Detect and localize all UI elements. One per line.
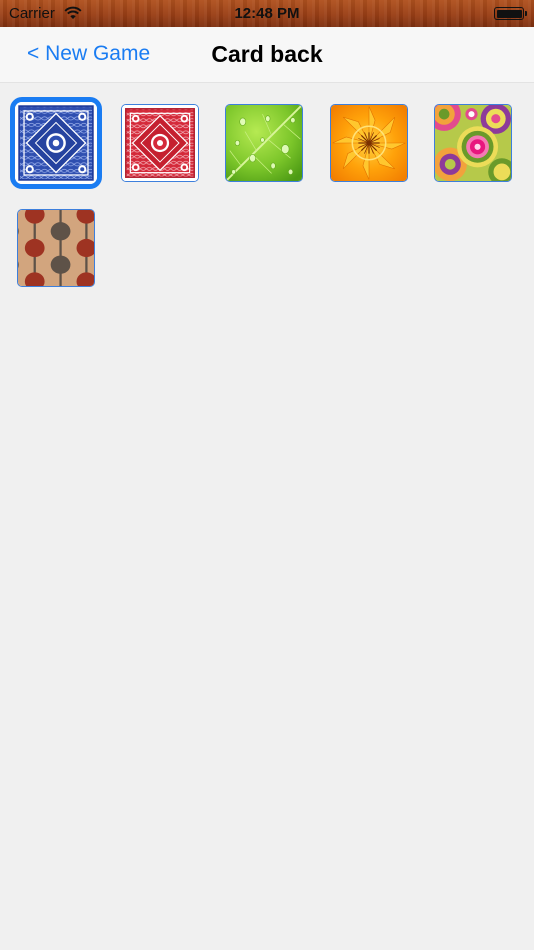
green-leaf-drops-icon	[226, 105, 302, 181]
card-back-retro-circles[interactable]	[434, 104, 512, 182]
card-back-red-ornate[interactable]	[121, 104, 199, 182]
clock: 12:48 PM	[234, 5, 300, 22]
status-bar: Carrier 12:48 PM	[0, 0, 534, 27]
orange-kaleidoscope-icon	[331, 105, 407, 181]
card-back-green-leaf[interactable]	[225, 104, 303, 182]
blue-ornate-pattern-icon	[15, 102, 97, 184]
page-title: Card back	[211, 41, 323, 67]
retro-ovals-icon	[18, 210, 94, 286]
card-back-orange-kaleidoscope[interactable]	[330, 104, 408, 182]
retro-circles-icon	[435, 105, 511, 181]
red-ornate-pattern-icon	[122, 105, 198, 181]
card-back-retro-ovals[interactable]	[17, 209, 95, 287]
navigation-bar: < New Game Card back	[0, 27, 534, 83]
card-back-blue-ornate[interactable]	[10, 97, 102, 189]
battery-icon	[494, 7, 527, 20]
